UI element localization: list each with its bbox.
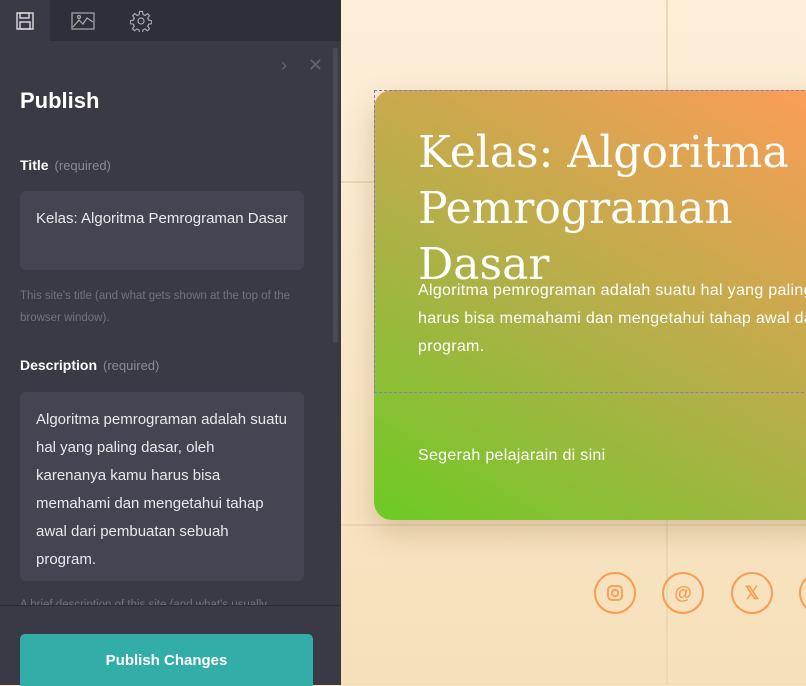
hero-heading[interactable]: Kelas: Algoritma Pemrograman Dasar (418, 125, 806, 293)
tab-settings[interactable] (116, 0, 166, 41)
site-preview: Kelas: Algoritma Pemrograman Dasar Algor… (341, 0, 806, 685)
gear-icon (130, 10, 152, 32)
save-icon (16, 11, 34, 30)
panel-footer: Publish Changes (0, 605, 341, 686)
threads-icon[interactable]: @ (662, 572, 704, 614)
x-icon[interactable]: 𝕏 (731, 572, 773, 614)
close-icon[interactable]: ✕ (308, 55, 323, 76)
description-label: Description (required) (20, 357, 160, 373)
publish-panel: › ✕ Publish Title (required) Kelas: Algor… (0, 0, 341, 686)
instagram-icon[interactable] (594, 572, 636, 614)
tab-media[interactable] (58, 0, 108, 41)
panel-tabs (0, 0, 341, 41)
description-input[interactable]: Algoritma pemrograman adalah suatu hal y… (20, 392, 304, 581)
publish-changes-button[interactable]: Publish Changes (20, 634, 313, 686)
hero-link[interactable]: Segerah pelajarain di sini (418, 447, 605, 465)
tab-publish[interactable] (0, 0, 50, 41)
panel-title: Publish (20, 88, 100, 113)
title-help: This site's title (and what gets shown a… (20, 290, 291, 324)
social-icon[interactable] (799, 572, 806, 614)
image-icon (71, 11, 95, 30)
title-input[interactable]: Kelas: Algoritma Pemrograman Dasar (20, 191, 304, 270)
hero-description[interactable]: Algoritma pemrograman adalah suatu hal y… (418, 277, 806, 361)
scrollbar[interactable] (333, 48, 338, 343)
chevron-right-icon[interactable]: › (281, 55, 287, 76)
description-help: A brief description of this site (and wh… (20, 599, 268, 605)
title-label: Title (required) (20, 157, 111, 173)
grid-line (341, 524, 806, 526)
